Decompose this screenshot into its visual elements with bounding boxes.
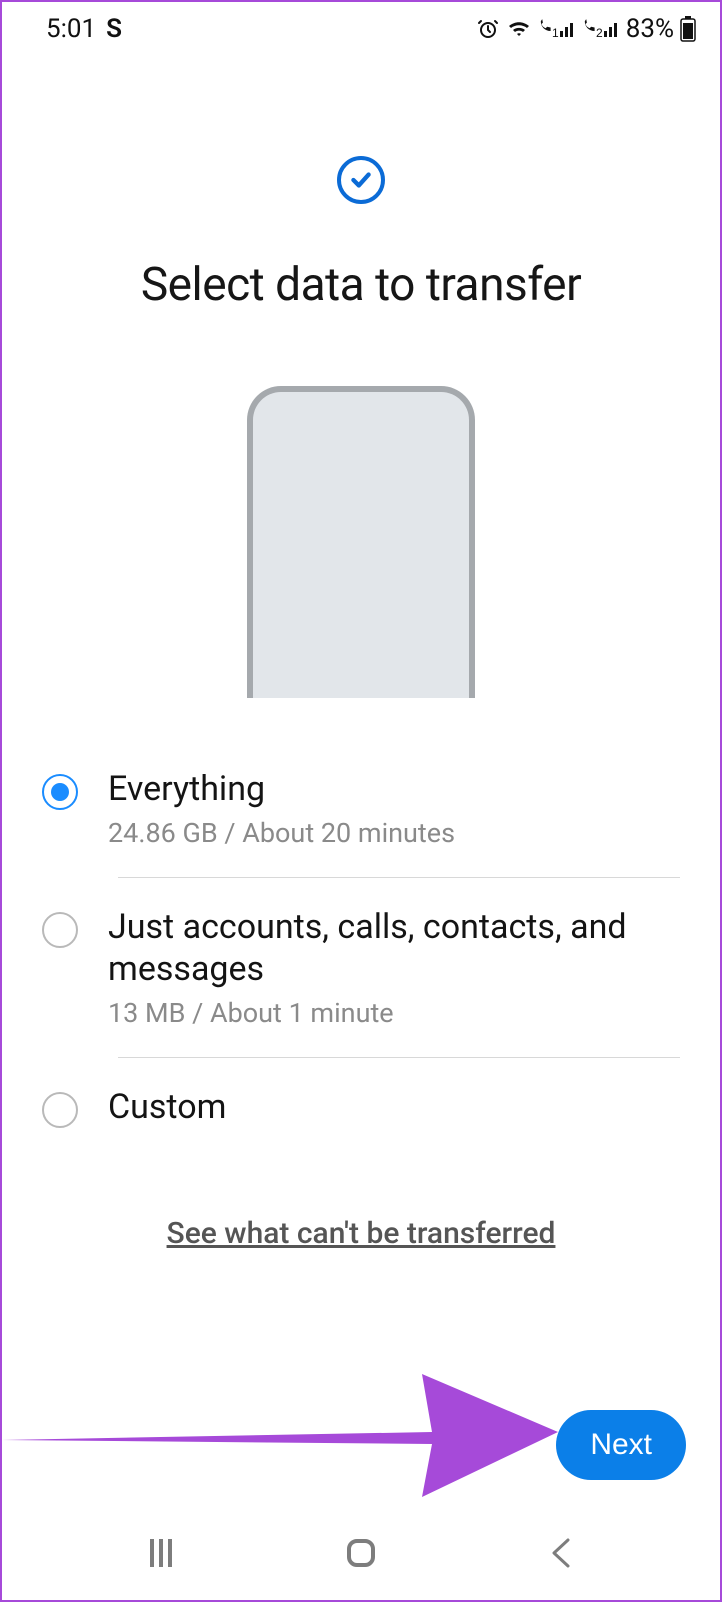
status-app-indicator: S bbox=[106, 14, 122, 44]
option-sub: 24.86 GB / About 20 minutes bbox=[108, 817, 680, 849]
radio-custom[interactable] bbox=[42, 1092, 78, 1128]
call-1-signal-icon: 1 bbox=[538, 17, 576, 41]
main-content: Select data to transfer Everything 24.86… bbox=[2, 56, 720, 1251]
divider bbox=[118, 877, 680, 878]
alarm-icon bbox=[476, 17, 500, 41]
status-left: 5:01 S bbox=[46, 14, 122, 44]
phone-illustration bbox=[247, 386, 475, 698]
option-label: Just accounts, calls, contacts, and mess… bbox=[108, 906, 680, 991]
nav-home-icon[interactable] bbox=[347, 1539, 375, 1567]
svg-text:1: 1 bbox=[552, 26, 559, 40]
options-list: Everything 24.86 GB / About 20 minutes J… bbox=[42, 768, 680, 1156]
call-2-signal-icon: 2 bbox=[582, 17, 620, 41]
radio-accounts[interactable] bbox=[42, 912, 78, 948]
next-button[interactable]: Next bbox=[556, 1410, 686, 1480]
status-time: 5:01 bbox=[46, 14, 96, 44]
check-circle-icon bbox=[337, 156, 385, 204]
wifi-icon bbox=[506, 17, 532, 41]
svg-text:2: 2 bbox=[596, 26, 603, 40]
option-sub: 13 MB / About 1 minute bbox=[108, 997, 680, 1029]
see-what-cant-transfer-link[interactable]: See what can't be transferred bbox=[167, 1216, 556, 1251]
option-text: Everything 24.86 GB / About 20 minutes bbox=[108, 768, 680, 849]
option-text: Custom bbox=[108, 1086, 680, 1129]
status-right: 1 2 83% bbox=[476, 14, 696, 44]
android-nav-bar bbox=[2, 1516, 720, 1600]
status-battery-percent: 83% bbox=[626, 14, 674, 44]
page-title: Select data to transfer bbox=[141, 258, 581, 312]
option-custom[interactable]: Custom bbox=[42, 1086, 680, 1157]
nav-recent-icon[interactable] bbox=[150, 1539, 172, 1567]
divider bbox=[118, 1057, 680, 1058]
nav-back-icon[interactable] bbox=[550, 1538, 572, 1568]
battery-icon bbox=[680, 16, 696, 42]
option-accounts[interactable]: Just accounts, calls, contacts, and mess… bbox=[42, 906, 680, 1057]
radio-everything[interactable] bbox=[42, 774, 78, 810]
option-text: Just accounts, calls, contacts, and mess… bbox=[108, 906, 680, 1029]
option-label: Everything bbox=[108, 768, 680, 811]
option-everything[interactable]: Everything 24.86 GB / About 20 minutes bbox=[42, 768, 680, 877]
status-bar: 5:01 S 1 2 83% bbox=[2, 2, 720, 56]
option-label: Custom bbox=[108, 1086, 680, 1129]
annotation-arrow-icon bbox=[2, 1362, 562, 1502]
